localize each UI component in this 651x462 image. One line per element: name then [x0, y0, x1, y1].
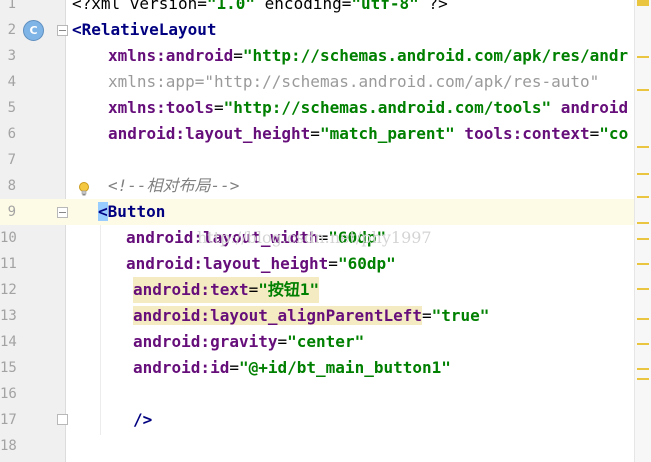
warning-marker[interactable] — [637, 56, 649, 58]
xml-comment: <!--相对布局--> — [108, 176, 240, 195]
attribute-value: "按钮1" — [258, 280, 320, 299]
warning-marker[interactable] — [637, 173, 649, 175]
xml-encoding-value: "utf-8" — [351, 0, 419, 13]
unused-namespace-attribute: xmlns:app — [108, 72, 195, 91]
code-line: android:layout_height="60dp" — [126, 251, 396, 277]
attribute-name: android:text — [133, 280, 249, 299]
warning-marker[interactable] — [637, 146, 649, 148]
self-closing-tag: /> — [133, 410, 153, 429]
attribute-value: "http://schemas.android.com/apk/res/andr — [242, 46, 629, 65]
fold-icon[interactable] — [57, 207, 68, 218]
line-number: 10 — [0, 230, 17, 246]
class-icon[interactable]: C — [23, 20, 44, 41]
attribute-name: android:gravity — [133, 332, 278, 351]
line-number: 9 — [7, 204, 16, 220]
line-number: 18 — [0, 438, 17, 454]
attribute-name: android — [551, 98, 629, 117]
warning-marker[interactable] — [637, 368, 649, 370]
line-number: 7 — [7, 152, 16, 168]
line-number: 3 — [7, 48, 16, 64]
code-line: android:text="按钮1" — [133, 277, 320, 303]
line-number: 16 — [0, 386, 17, 402]
attribute-value: "center" — [287, 332, 365, 351]
line-number: 12 — [0, 282, 17, 298]
xml-version-value: "1.0" — [206, 0, 256, 13]
attribute-name: android:layout_alignParentLeft — [133, 306, 422, 325]
tag-name: RelativeLayout — [81, 20, 217, 39]
equals-sign: = — [233, 46, 243, 65]
warning-marker[interactable] — [637, 343, 649, 345]
fold-icon[interactable] — [57, 414, 68, 425]
line-number: 4 — [7, 74, 16, 90]
line-number: 17 — [0, 412, 17, 428]
line-number: 2 — [7, 22, 16, 38]
attribute-value: "match_parent" — [319, 124, 455, 143]
code-line: android:layout_height="match_parent" too… — [108, 121, 628, 147]
error-stripe[interactable] — [634, 0, 651, 462]
equals-sign: = — [213, 98, 224, 117]
line-number: 13 — [0, 308, 17, 324]
line-number: 11 — [0, 256, 17, 272]
equals-sign: = — [328, 254, 338, 273]
xml-decl-end: ?> — [418, 0, 448, 13]
code-line: xmlns:android="http://schemas.android.co… — [108, 43, 628, 69]
attribute-name: android:id — [133, 358, 230, 377]
code-line: xmlns:app="http://schemas.android.com/ap… — [108, 69, 599, 95]
xml-decl-start: <?xml version= — [72, 0, 207, 13]
code-line: <Button — [98, 199, 165, 225]
equals-sign: = — [194, 72, 205, 91]
warning-marker[interactable] — [637, 288, 649, 290]
code-line: android:id="@+id/bt_main_button1" — [133, 355, 451, 381]
attribute-value: "co — [599, 124, 629, 143]
warning-marker[interactable] — [637, 318, 649, 320]
warning-marker[interactable] — [637, 263, 649, 265]
tag-name: Button — [107, 202, 166, 221]
attribute-value: "http://schemas.android.com/tools" — [223, 98, 552, 117]
matched-tag-bracket: < — [98, 202, 108, 221]
warning-marker[interactable] — [637, 238, 649, 240]
equals-sign: = — [248, 280, 259, 299]
code-line: android:gravity="center" — [133, 329, 364, 355]
fold-icon[interactable] — [57, 25, 68, 36]
indent-guide — [100, 225, 101, 435]
equals-sign: = — [277, 332, 288, 351]
code-line: xmlns:tools="http://schemas.android.com/… — [108, 95, 628, 121]
code-line: <RelativeLayout — [72, 17, 217, 43]
attribute-name: android:layout_height — [126, 254, 329, 273]
attribute-value: "@+id/bt_main_button1" — [238, 358, 451, 377]
warning-marker[interactable] — [637, 89, 649, 91]
warning-marker[interactable] — [637, 222, 649, 224]
attribute-name: android:layout_height — [108, 124, 311, 143]
attribute-name: xmlns:android — [108, 46, 234, 65]
code-line: /> — [133, 407, 152, 433]
intention-bulb-icon[interactable] — [78, 182, 90, 196]
line-number: 8 — [7, 178, 16, 194]
line-number: 15 — [0, 360, 17, 376]
line-number: 5 — [7, 100, 16, 116]
equals-sign: = — [310, 124, 320, 143]
line-number: 14 — [0, 334, 17, 350]
line-number: 1 — [7, 0, 16, 12]
xml-decl-mid: encoding= — [255, 0, 352, 13]
code-line: <?xml version="1.0" encoding="utf-8" ?> — [72, 0, 448, 17]
equals-sign: = — [229, 358, 239, 377]
warning-marker[interactable] — [637, 0, 649, 6]
attribute-name: xmlns:tools — [108, 98, 214, 117]
attribute-value: "true" — [431, 306, 490, 325]
attribute-value: "60dp" — [337, 254, 396, 273]
code-line: android:layout_alignParentLeft="true" — [133, 303, 489, 329]
attribute-name: tools:context — [454, 124, 590, 143]
equals-sign: = — [421, 306, 432, 325]
equals-sign: = — [589, 124, 600, 143]
line-number: 6 — [7, 126, 16, 142]
watermark: http://blog.csdn.net/phy1997 — [197, 228, 432, 247]
warning-marker[interactable] — [637, 378, 649, 380]
warning-marker[interactable] — [637, 196, 649, 198]
code-line: <!--相对布局--> — [108, 173, 239, 199]
unused-namespace-value: "http://schemas.android.com/apk/res-auto… — [204, 72, 600, 91]
tag-open-bracket: < — [72, 20, 82, 39]
